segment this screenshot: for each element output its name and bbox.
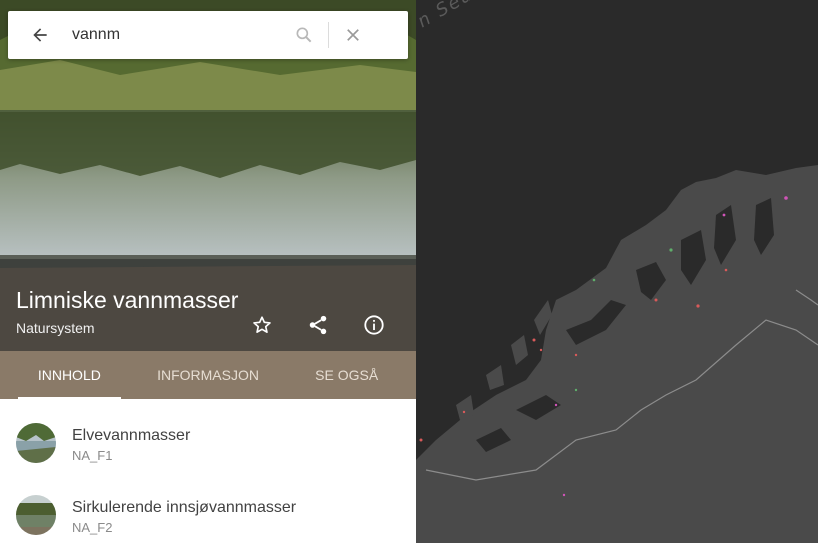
- list-item-title: Elvevannmasser: [72, 427, 191, 444]
- tab-innhold[interactable]: INNHOLD: [0, 351, 139, 399]
- clear-button[interactable]: [341, 23, 365, 47]
- list-item-title: Sirkulerende innsjøvannmasser: [72, 499, 297, 516]
- info-panel: Limniske vannmasser Natursystem INNHOLD …: [0, 0, 416, 543]
- search-bar: [8, 11, 408, 59]
- tab-informasjon[interactable]: INFORMASJON: [139, 351, 278, 399]
- page-subtitle: Natursystem: [16, 320, 95, 336]
- favorite-button[interactable]: [251, 314, 277, 340]
- close-icon: [347, 29, 359, 41]
- search-button[interactable]: [292, 23, 316, 47]
- search-input[interactable]: [72, 26, 292, 44]
- search-divider: [328, 22, 329, 48]
- list-item-code: NA_F2: [72, 520, 113, 535]
- star-outline-icon: [253, 316, 271, 333]
- tab-bar: INNHOLD INFORMASJON SE OGSÅ: [0, 351, 416, 399]
- info-icon: [364, 315, 384, 335]
- share-button[interactable]: [307, 314, 333, 340]
- arrow-back-icon: [33, 28, 47, 42]
- back-button[interactable]: [25, 20, 55, 50]
- share-icon: [309, 315, 327, 335]
- river-thumbnail: [16, 423, 56, 463]
- app-root: n Sea Limniske vannmasser Natursystem IN…: [0, 0, 818, 543]
- info-button[interactable]: [363, 314, 389, 340]
- avatar: [16, 423, 56, 463]
- list-item-code: NA_F1: [72, 448, 113, 463]
- avatar: [16, 495, 56, 535]
- map-canvas[interactable]: [416, 0, 818, 543]
- page-title: Limniske vannmasser: [16, 287, 239, 313]
- list-item[interactable]: Elvevannmasser NA_F1: [0, 399, 416, 471]
- search-icon: [296, 27, 312, 43]
- map-view[interactable]: [416, 0, 818, 543]
- lake-thumbnail: [16, 495, 56, 535]
- list-item[interactable]: Sirkulerende innsjøvannmasser NA_F2: [0, 471, 416, 543]
- tab-se-ogsa[interactable]: SE OGSÅ: [277, 351, 416, 399]
